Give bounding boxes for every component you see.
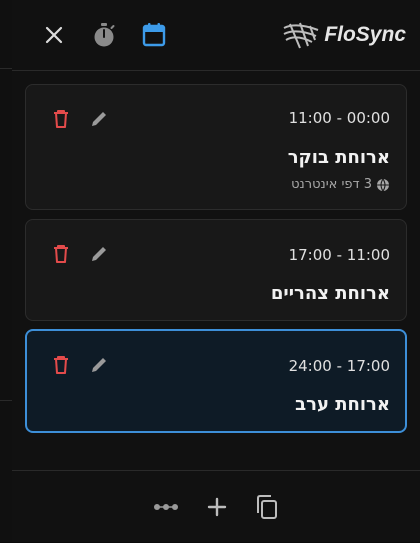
edit-icon[interactable] — [88, 354, 110, 376]
meal-card-breakfast[interactable]: 11:00 - 00:00 ארוחת בוקר 3 דפי אינטרנט — [25, 84, 407, 210]
globe-icon — [377, 178, 389, 192]
meal-title: ארוחת ערב — [295, 394, 390, 415]
meal-title: ארוחת בוקר — [287, 147, 390, 168]
divider — [0, 68, 12, 69]
delete-icon[interactable] — [50, 108, 72, 130]
delete-icon[interactable] — [50, 243, 72, 265]
add-icon[interactable] — [201, 491, 233, 523]
divider — [0, 400, 12, 401]
panel-header: FloSync — [12, 0, 420, 71]
panel-footer — [12, 470, 420, 543]
calendar-icon[interactable] — [139, 20, 169, 50]
logo-text: FloSync — [324, 23, 406, 46]
more-icon[interactable] — [150, 491, 182, 523]
edit-icon[interactable] — [88, 108, 110, 130]
schedule-panel: FloSync 11:00 - 00:00 ארוחת בוקר 3 דפי א… — [12, 0, 420, 542]
time-range: 11:00 - 00:00 — [288, 109, 390, 127]
linked-pages-label: 3 דפי אינטרנט — [291, 177, 372, 192]
meal-title: ארוחת צהריים — [270, 283, 390, 304]
delete-icon[interactable] — [50, 354, 72, 376]
edit-icon[interactable] — [88, 243, 110, 265]
time-range: 17:00 - 11:00 — [288, 246, 390, 264]
linked-pages: 3 דפי אינטרנט — [291, 177, 390, 192]
flosync-logo-mark — [283, 22, 319, 49]
meal-card-dinner[interactable]: 24:00 - 17:00 ארוחת ערב — [25, 329, 407, 433]
meal-card-lunch[interactable]: 17:00 - 11:00 ארוחת צהריים — [25, 219, 407, 321]
timer-icon[interactable] — [89, 20, 119, 50]
flosync-logo: FloSync — [282, 18, 406, 52]
close-icon[interactable] — [39, 20, 69, 50]
time-range: 24:00 - 17:00 — [288, 357, 390, 375]
copy-icon[interactable] — [251, 491, 283, 523]
